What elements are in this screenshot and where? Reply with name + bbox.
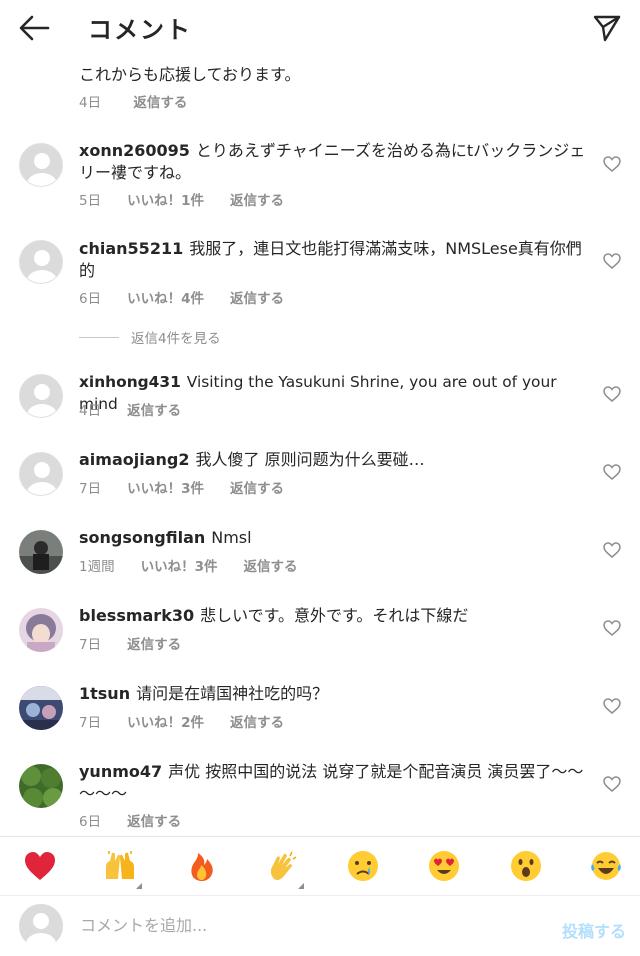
comment-username[interactable]: chian55211 [79,239,183,258]
comment-meta: 6日 返信する [79,810,207,830]
comment-reply-button[interactable]: 返信する [230,481,284,497]
comment-meta: 4日 返信する [79,399,207,419]
paper-plane-icon[interactable] [592,13,622,43]
comment-likes[interactable]: いいね！4件 [127,291,204,307]
comment-likes[interactable]: いいね！3件 [127,481,204,497]
comment-body: Nmsl [211,528,252,547]
caption-meta: 4日 返信する [79,91,215,111]
heart-icon[interactable] [603,620,621,636]
emoji-quick-bar [0,837,640,895]
raising-hands-icon[interactable] [103,849,137,883]
comment-username[interactable]: blessmark30 [79,606,194,625]
comment-body: 请问是在靖国神社吃的吗？ [136,684,329,703]
comment-meta: 5日 いいね！1件 返信する [79,189,310,209]
comment-username[interactable]: xonn260095 [79,141,190,160]
heart-icon[interactable] [603,464,621,480]
comment-reply-button[interactable]: 返信する [230,291,284,307]
comment-time: 1週間 [79,559,115,575]
comment-reply-button[interactable]: 返信する [127,814,181,830]
heart-icon[interactable] [603,253,621,269]
comment-time: 6日 [79,291,102,307]
crying-face-icon[interactable] [346,849,380,883]
comment-time: 5日 [79,193,102,209]
comment-time: 4日 [79,403,102,419]
post-button[interactable]: 投稿する [562,918,626,942]
comment-reply-button[interactable]: 返信する [127,403,181,419]
avatar[interactable] [19,143,63,187]
heart-eyes-face-icon[interactable] [427,849,461,883]
comment-text: blessmark30 悲しいです。意外です。それは下線だ [79,605,589,627]
comment-text: songsongfilan Nmsl [79,527,589,549]
caption-reply-button[interactable]: 返信する [133,95,187,111]
comment-username[interactable]: yunmo47 [79,762,162,781]
divider-line [79,336,119,338]
comment-meta: 1週間 いいね！3件 返信する [79,555,324,575]
top-bar: コメント [0,0,640,56]
comment-reply-button[interactable]: 返信する [230,715,284,731]
avatar[interactable] [19,608,63,652]
comment-meta: 7日 いいね！3件 返信する [79,477,310,497]
heart-icon[interactable] [603,386,621,402]
caption-time: 4日 [79,95,102,111]
comment-input[interactable] [80,910,540,940]
red-heart-icon[interactable] [23,849,57,883]
comment-meta: 7日 返信する [79,633,207,653]
comment-text: xonn260095 とりあえずチャイニーズを治める為にtバックランジェリー褸です… [79,140,589,184]
comment-text: chian55211 我服了，連日文也能打得滿滿支味，NMSLese真有你們的 [79,238,589,282]
back-arrow-icon[interactable] [18,14,50,42]
comment-time: 7日 [79,637,102,653]
comment-time: 7日 [79,481,102,497]
comment-username[interactable]: 1tsun [79,684,130,703]
tears-of-joy-face-icon[interactable] [589,849,623,883]
comment-username[interactable]: aimaojiang2 [79,450,189,469]
view-replies-label: 返信4件を見る [131,331,221,347]
heart-icon[interactable] [603,156,621,172]
comment-meta: 6日 いいね！4件 返信する [79,287,310,307]
comment-body: 我人傻了 原则问题为什么要碰… [195,450,425,469]
comment-composer: 投稿する [0,896,640,956]
heart-icon[interactable] [603,542,621,558]
caption-text: これからも応援しております。 [79,65,301,84]
comment-meta: 7日 いいね！2件 返信する [79,711,310,731]
avatar[interactable] [19,240,63,284]
clapping-hands-icon[interactable] [266,849,300,883]
own-avatar [19,904,63,948]
heart-icon[interactable] [603,776,621,792]
comment-likes[interactable]: いいね！1件 [127,193,204,209]
page-title: コメント [88,16,192,44]
skin-tone-indicator [298,883,304,889]
comment-text: aimaojiang2 我人傻了 原则问题为什么要碰… [79,449,589,471]
heart-icon[interactable] [603,698,621,714]
comment-reply-button[interactable]: 返信する [127,637,181,653]
surprised-face-icon[interactable] [509,849,543,883]
comment-likes[interactable]: いいね！2件 [127,715,204,731]
comment-username[interactable]: songsongfilan [79,528,205,547]
avatar[interactable] [19,530,63,574]
skin-tone-indicator [136,883,142,889]
fire-icon[interactable] [185,849,219,883]
comment-time: 7日 [79,715,102,731]
comment-text: yunmo47 声优 按照中国的说法 说穿了就是个配音演员 演员罢了～～～～～ [79,761,589,805]
comment-likes[interactable]: いいね！3件 [141,559,218,575]
comment-body: 悲しいです。意外です。それは下線だ [200,606,469,625]
view-replies-button[interactable]: 返信4件を見る [79,327,221,347]
avatar[interactable] [19,452,63,496]
comment-text: 1tsun 请问是在靖国神社吃的吗？ [79,683,589,705]
avatar[interactable] [19,764,63,808]
avatar[interactable] [19,686,63,730]
comment-username[interactable]: xinhong431 [79,373,181,391]
comment-reply-button[interactable]: 返信する [244,559,298,575]
comment-reply-button[interactable]: 返信する [230,193,284,209]
avatar[interactable] [19,374,63,418]
comment-time: 6日 [79,814,102,830]
